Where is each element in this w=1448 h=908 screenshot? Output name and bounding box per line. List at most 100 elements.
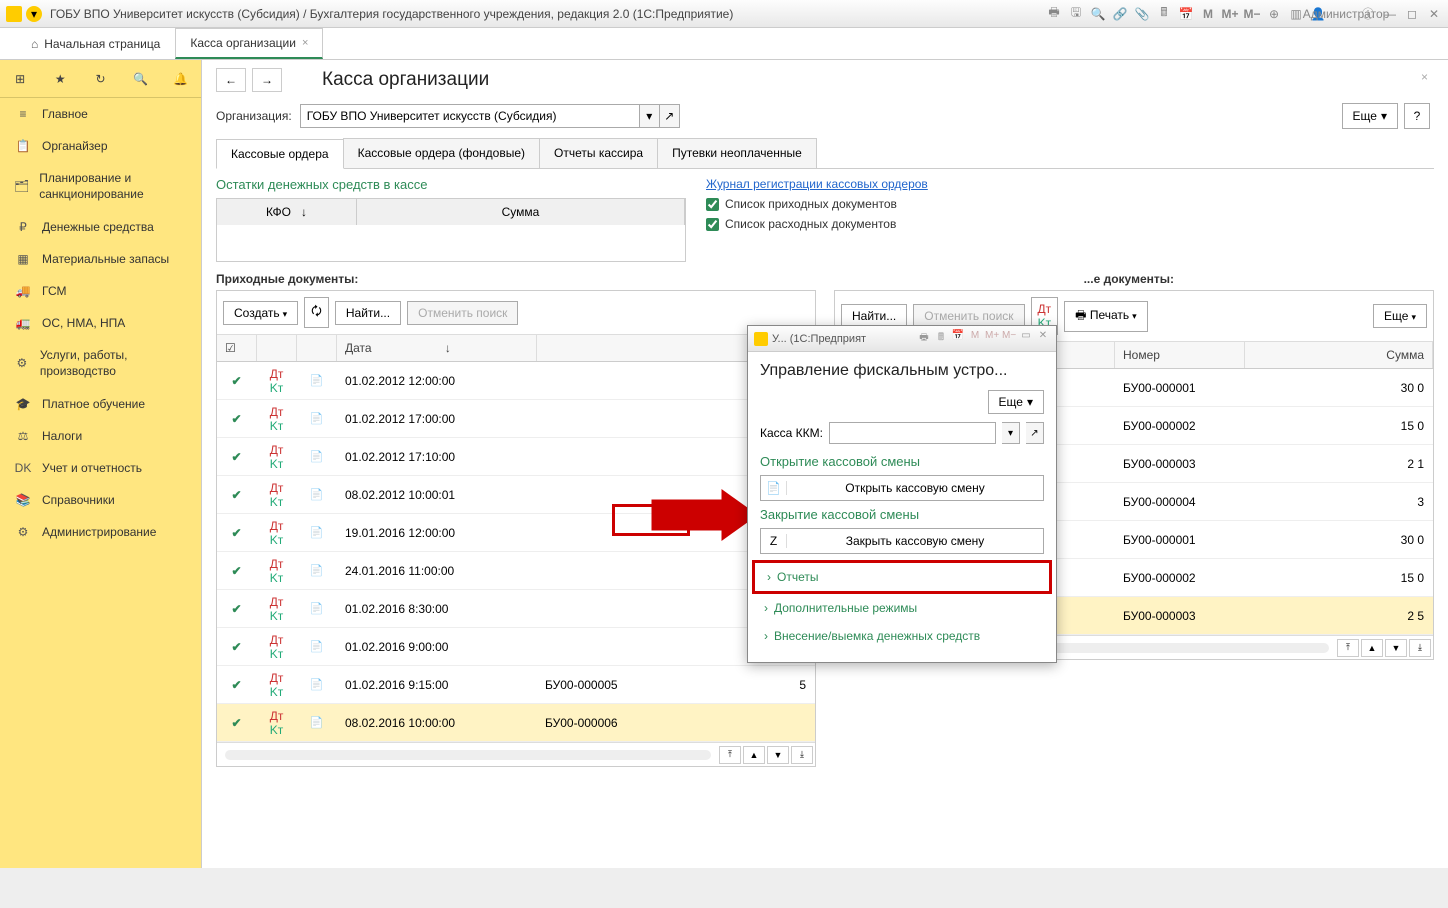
incoming-row[interactable]: ✔ДтKт📄08.02.2012 10:00:01 [217,476,815,514]
modal-tb-print[interactable]: 🖶 [917,330,931,347]
incoming-row[interactable]: ✔ДтKт📄01.02.2016 9:15:00БУ00-0000055 [217,666,815,704]
sidebar-item-9[interactable]: ⚖Налоги [0,420,201,452]
tb-icon-save[interactable]: 🖫 [1068,6,1084,22]
tab-home[interactable]: ⌂ Начальная страница [16,29,175,59]
cash-expand[interactable]: › Внесение/выемка денежных средств [760,622,1044,650]
kkm-open-button[interactable]: ↗ [1026,422,1044,444]
subtab-3[interactable]: Путевки неоплаченные [657,138,817,168]
tb-layout-btn[interactable]: ▥ [1288,6,1304,22]
nav-back-button[interactable]: ← [216,68,246,92]
outgoing-nav-top[interactable]: ⤒ [1337,639,1359,657]
tb-mminus-btn[interactable]: M− [1244,6,1260,22]
modal-tb-mp[interactable]: M+ [985,330,999,347]
sidebar-bell-icon[interactable]: 🔔 [171,69,191,89]
close-shift-button[interactable]: Z Закрыть кассовую смену [760,528,1044,554]
sidebar-search-icon[interactable]: 🔍 [131,69,151,89]
tb-icon-calendar[interactable]: 📅 [1178,6,1194,22]
tb-icon-clip[interactable]: 📎 [1134,6,1150,22]
outgoing-hdr-sum[interactable]: Сумма [1245,342,1433,368]
app-menu-dropdown[interactable]: ▾ [26,6,42,22]
outgoing-nav-down[interactable]: ▼ [1385,639,1407,657]
tb-icon-print[interactable]: 🖶 [1046,6,1062,22]
sidebar-history-icon[interactable]: ↻ [90,69,110,89]
chk-incoming[interactable] [706,198,719,211]
tab-cash[interactable]: Касса организации × [175,28,323,59]
incoming-nav-bottom[interactable]: ⤓ [791,746,813,764]
incoming-row[interactable]: ✔ДтKт📄01.02.2012 17:00:00 [217,400,815,438]
incoming-nav-top sbutton[interactable]: ⤒ [719,746,741,764]
incoming-hdr-date[interactable]: Дата ↓ [337,335,537,361]
sidebar-item-2[interactable]: 🗂Планирование и санкционирование [0,162,201,211]
sidebar-item-7[interactable]: ⚙Услуги, работы, производство [0,339,201,388]
incoming-create-button[interactable]: Создать▾ [223,301,298,325]
incoming-refresh-button[interactable]: 🗘 [304,297,329,328]
modal-tb-calc[interactable]: 🖩 [934,330,948,347]
sidebar-item-8[interactable]: 🎓Платное обучение [0,388,201,420]
sidebar-item-11[interactable]: 📚Справочники [0,484,201,516]
open-shift-button[interactable]: 📄 Открыть кассовую смену [760,475,1044,501]
org-open-button[interactable]: ↗ [660,104,680,128]
tb-mplus-btn[interactable]: M+ [1222,6,1238,22]
incoming-row[interactable]: ✔ДтKт📄01.02.2016 8:30:00 [217,590,815,628]
modal-close[interactable]: ✕ [1036,330,1050,347]
sidebar-item-5[interactable]: 🚚ГСМ [0,275,201,307]
outgoing-more-button[interactable]: Еще▾ [1373,304,1427,328]
outgoing-nav-up[interactable]: ▲ [1361,639,1383,657]
nav-forward-button[interactable]: → [252,68,282,92]
subtab-0[interactable]: Кассовые ордера [216,139,344,169]
incoming-hscroll[interactable] [225,750,711,760]
outgoing-hdr-num[interactable]: Номер [1115,342,1245,368]
tb-icon-link[interactable]: 🔗 [1112,6,1128,22]
sidebar-item-3[interactable]: ₽Денежные средства [0,211,201,243]
reports-expand[interactable]: › Отчеты [752,560,1052,594]
kkm-dropdown-button[interactable]: ▾ [1002,422,1020,444]
outgoing-nav-bottom[interactable]: ⤓ [1409,639,1431,657]
tb-zoom-btn[interactable]: ⊕ [1266,6,1282,22]
tab-close-icon[interactable]: × [302,37,308,49]
window-minimize[interactable]: — [1382,6,1398,22]
sidebar-apps-icon[interactable]: ⊞ [10,69,30,89]
tb-info-icon[interactable]: ⓘ [1360,6,1376,22]
incoming-hdr-check[interactable]: ☑ [217,335,257,361]
incoming-row[interactable]: ✔ДтKт📄08.02.2016 10:00:00БУ00-000006 [217,704,815,742]
chk-outgoing[interactable] [706,218,719,231]
incoming-row[interactable]: ✔ДтKт📄01.02.2012 17:10:00 [217,438,815,476]
outgoing-print-button[interactable]: 🖶 Печать▾ [1064,301,1148,332]
subtab-1[interactable]: Кассовые ордера (фондовые) [343,138,540,168]
extra-expand[interactable]: › Дополнительные режимы [760,594,1044,622]
incoming-row[interactable]: ✔ДтKт📄24.01.2016 11:00:00 [217,552,815,590]
incoming-row[interactable]: ✔ДтKт📄01.02.2012 12:00:00 [217,362,815,400]
sidebar-item-6[interactable]: 🚛ОС, НМА, НПА [0,307,201,339]
tb-m-btn[interactable]: M [1200,6,1216,22]
tb-user-name[interactable]: Администратор [1338,6,1354,22]
subtab-2[interactable]: Отчеты кассира [539,138,658,168]
sidebar-item-1[interactable]: 📋Органайзер [0,130,201,162]
incoming-nav-up[interactable]: ▲ [743,746,765,764]
incoming-row[interactable]: ✔ДтKт📄01.02.2016 9:00:00 [217,628,815,666]
modal-minimize[interactable]: ▭ [1019,330,1033,347]
tb-icon-search[interactable]: 🔍 [1090,6,1106,22]
incoming-find-button[interactable]: Найти... [335,301,401,325]
window-close[interactable]: ✕ [1426,6,1442,22]
modal-tb-cal[interactable]: 📅 [951,330,965,347]
balances-col-sum[interactable]: Сумма [357,199,685,225]
balances-col-kfo[interactable]: КФО ↓ [217,199,357,225]
sidebar-star-icon[interactable]: ★ [50,69,70,89]
close-page-icon[interactable]: × [1421,70,1428,84]
org-dropdown-button[interactable]: ▾ [640,104,660,128]
page-more-button[interactable]: Еще▾ [1342,103,1398,129]
modal-tb-mm[interactable]: M− [1002,330,1016,347]
incoming-row[interactable]: ✔ДтKт📄19.01.2016 12:00:00 [217,514,815,552]
sidebar-item-12[interactable]: ⚙Администрирование [0,516,201,548]
page-help-button[interactable]: ? [1404,103,1430,129]
org-input[interactable] [300,104,640,128]
sidebar-item-0[interactable]: ≡Главное [0,98,201,130]
incoming-nav-down[interactable]: ▼ [767,746,789,764]
tb-icon-calc[interactable]: 🖩 [1156,6,1172,22]
modal-tb-m[interactable]: M [968,330,982,347]
sidebar-item-4[interactable]: ▦Материальные запасы [0,243,201,275]
modal-more-button[interactable]: Еще▾ [988,390,1044,414]
window-maximize[interactable]: ◻ [1404,6,1420,22]
kkm-input[interactable] [829,422,996,444]
sidebar-item-10[interactable]: DKУчет и отчетность [0,452,201,484]
